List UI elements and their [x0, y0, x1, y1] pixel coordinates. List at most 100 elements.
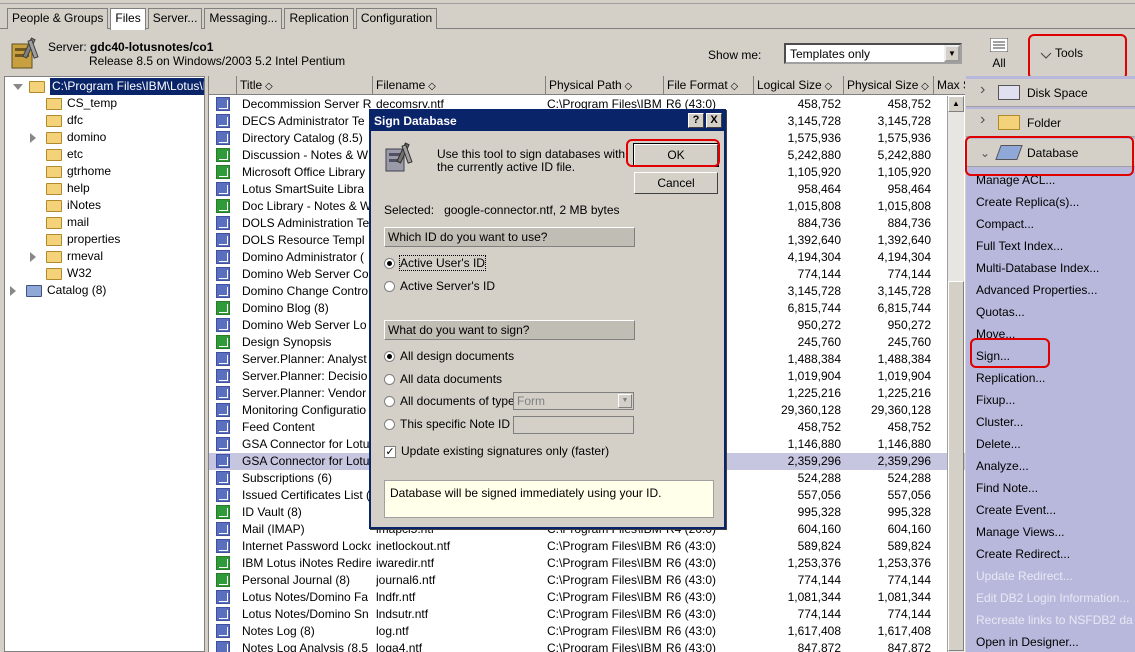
section-disk-space[interactable]: › Disk Space	[966, 79, 1135, 107]
chevron-right-icon[interactable]: ›	[980, 111, 985, 129]
table-row[interactable]: IBM Lotus iNotes Redire iwaredir.ntf C:\Pr…	[209, 555, 965, 572]
tab-configuration[interactable]: Configuration	[355, 8, 438, 29]
table-row[interactable]: Notes Log (8) log.ntf C:\Program Files\IBM…	[209, 623, 965, 640]
menu-item-create-redirect[interactable]: Create Redirect...	[976, 544, 1070, 564]
update-existing-checkbox[interactable]: ✓	[384, 446, 396, 458]
specific-note-label[interactable]: This specific Note ID	[400, 417, 510, 431]
cell-physical: 2,359,296	[877, 454, 931, 468]
column-icon-header[interactable]	[209, 76, 237, 95]
sort-icon[interactable]: ◇	[262, 81, 273, 92]
tree-item-dfc[interactable]: dfc	[5, 112, 204, 129]
tree-item-etc[interactable]: etc	[5, 146, 204, 163]
sort-icon[interactable]: ◇	[622, 81, 632, 92]
specific-note-radio[interactable]	[384, 419, 395, 430]
sort-icon[interactable]: ◇	[425, 81, 436, 92]
column-header-title[interactable]: Title ◇	[237, 76, 373, 95]
menu-item-analyze[interactable]: Analyze...	[976, 456, 1029, 476]
menu-item-advanced-properties[interactable]: Advanced Properties...	[976, 280, 1097, 300]
column-header-physical-size[interactable]: Physical Size ◇	[844, 76, 934, 95]
menu-item-full-text-index[interactable]: Full Text Index...	[976, 236, 1063, 256]
menu-item-create-event[interactable]: Create Event...	[976, 500, 1056, 520]
column-header-physical-path[interactable]: Physical Path ◇	[546, 76, 664, 95]
all-design-docs-label[interactable]: All design documents	[400, 349, 514, 363]
cancel-button[interactable]: Cancel	[634, 172, 718, 194]
menu-item-compact[interactable]: Compact...	[976, 214, 1034, 234]
tree-item-cs-temp[interactable]: CS_temp	[5, 95, 204, 112]
expand-icon[interactable]	[10, 286, 16, 296]
chevron-down-icon[interactable]: ▼	[944, 45, 960, 62]
menu-item-fixup[interactable]: Fixup...	[976, 390, 1015, 410]
cell-logical: 1,081,344	[787, 590, 841, 604]
scroll-up-icon[interactable]: ▲	[948, 96, 964, 112]
tree-item-mail[interactable]: mail	[5, 214, 204, 231]
tab-server[interactable]: Server...	[147, 8, 203, 29]
tree-item-domino[interactable]: domino	[5, 129, 204, 146]
close-button[interactable]: X	[706, 113, 722, 128]
help-button[interactable]: ?	[688, 113, 704, 128]
section-database[interactable]: ⌄ Database	[966, 139, 1135, 167]
table-row[interactable]: Lotus Notes/Domino Sn lndsutr.ntf C:\Progr…	[209, 606, 965, 623]
show-me-select[interactable]: Templates only ▼	[784, 43, 962, 64]
chevron-down-icon[interactable]: ▼	[618, 394, 632, 408]
tab-messaging[interactable]: Messaging...	[204, 8, 283, 29]
menu-item-open-in-designer[interactable]: Open in Designer...	[976, 632, 1079, 652]
ok-button[interactable]: OK	[633, 143, 719, 167]
tree-item-w32[interactable]: W32	[5, 265, 204, 282]
collapse-icon[interactable]	[13, 84, 23, 90]
table-row[interactable]: Notes Log Analysis (8.5 loga4.ntf C:\Progr…	[209, 640, 965, 652]
tree-root[interactable]: C:\Program Files\IBM\Lotus\Dor	[5, 78, 204, 95]
all-design-docs-radio[interactable]	[384, 351, 395, 362]
tab-people-groups[interactable]: People & Groups	[7, 8, 109, 29]
sort-icon[interactable]: ◇	[918, 81, 929, 92]
column-header-filename[interactable]: Filename ◇	[373, 76, 546, 95]
menu-item-sign[interactable]: Sign...	[976, 346, 1010, 366]
column-header-logical-size[interactable]: Logical Size ◇	[754, 76, 844, 95]
menu-item-move[interactable]: Move...	[976, 324, 1015, 344]
tree-item-inotes[interactable]: iNotes	[5, 197, 204, 214]
table-row[interactable]: Internet Password Locko inetlockout.ntf C:…	[209, 538, 965, 555]
column-header-file-format[interactable]: File Format ◇	[664, 76, 754, 95]
active-user-id-radio[interactable]	[384, 258, 395, 269]
tree-item-rmeval[interactable]: rmeval	[5, 248, 204, 265]
menu-item-delete[interactable]: Delete...	[976, 434, 1021, 454]
expand-icon[interactable]	[30, 133, 36, 143]
all-data-docs-label[interactable]: All data documents	[400, 372, 502, 386]
vertical-scrollbar[interactable]: ▲	[947, 96, 964, 652]
menu-item-cluster[interactable]: Cluster...	[976, 412, 1023, 432]
menu-item-multi-database-index[interactable]: Multi-Database Index...	[976, 258, 1099, 278]
expand-icon[interactable]	[30, 252, 36, 262]
menu-item-quotas[interactable]: Quotas...	[976, 302, 1025, 322]
all-data-docs-radio[interactable]	[384, 374, 395, 385]
tab-replication[interactable]: Replication	[284, 8, 354, 29]
sort-icon[interactable]: ◇	[728, 81, 738, 92]
active-server-id-label[interactable]: Active Server's ID	[400, 279, 495, 293]
column-header-max-s[interactable]: Max S	[934, 76, 965, 95]
scroll-thumb[interactable]	[948, 281, 964, 651]
template-green-icon	[216, 505, 230, 519]
table-row[interactable]: Lotus Notes/Domino Fa lndfr.ntf C:\Program…	[209, 589, 965, 606]
docs-of-type-label[interactable]: All documents of type	[400, 394, 515, 408]
note-id-input[interactable]	[513, 416, 634, 434]
menu-item-replication[interactable]: Replication...	[976, 368, 1045, 388]
tools-button[interactable]: Tools	[1030, 36, 1126, 76]
tree-item-catalog[interactable]: Catalog (8)	[5, 282, 204, 299]
sort-icon[interactable]: ◇	[822, 81, 832, 92]
docs-of-type-radio[interactable]	[384, 396, 395, 407]
all-button[interactable]: All	[979, 36, 1019, 76]
tree-item-help[interactable]: help	[5, 180, 204, 197]
active-server-id-radio[interactable]	[384, 281, 395, 292]
doc-type-select[interactable]: Form ▼	[513, 392, 634, 410]
tree-item-properties[interactable]: properties	[5, 231, 204, 248]
menu-item-manage-acl[interactable]: Manage ACL...	[976, 170, 1055, 190]
chevron-right-icon[interactable]: ›	[980, 81, 985, 99]
menu-item-find-note[interactable]: Find Note...	[976, 478, 1038, 498]
table-row[interactable]: Personal Journal (8) journal6.ntf C:\Progr…	[209, 572, 965, 589]
tree-item-gtrhome[interactable]: gtrhome	[5, 163, 204, 180]
update-existing-label[interactable]: Update existing signatures only (faster)	[401, 444, 609, 458]
menu-item-create-replica-s[interactable]: Create Replica(s)...	[976, 192, 1079, 212]
menu-item-manage-views[interactable]: Manage Views...	[976, 522, 1065, 542]
active-user-id-label[interactable]: Active User's ID	[399, 255, 486, 271]
tab-files[interactable]: Files	[110, 8, 146, 30]
chevron-down-icon[interactable]: ⌄	[980, 146, 990, 160]
section-folder[interactable]: › Folder	[966, 109, 1135, 137]
